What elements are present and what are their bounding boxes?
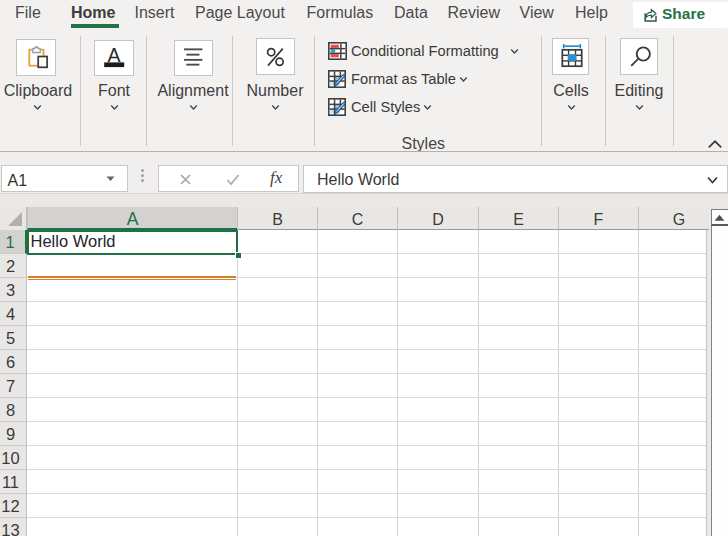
svg-text:A: A xyxy=(107,44,120,66)
